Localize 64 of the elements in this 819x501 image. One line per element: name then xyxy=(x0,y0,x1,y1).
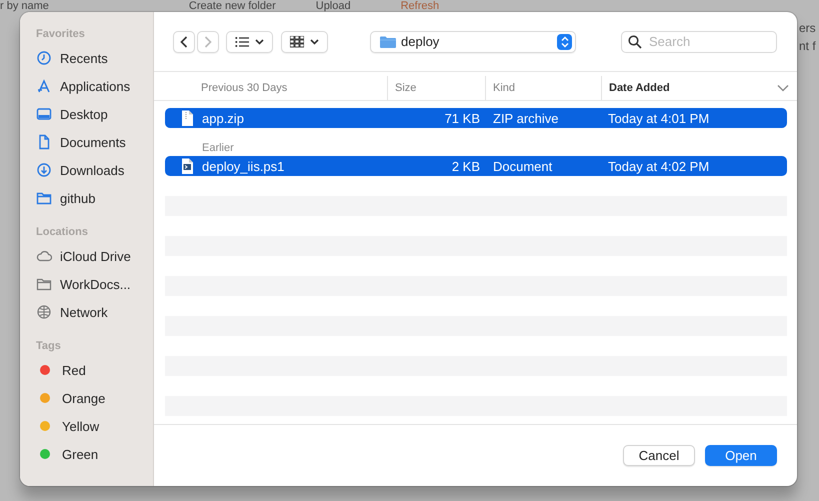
sidebar-item[interactable]: Red xyxy=(62,362,86,378)
download-icon xyxy=(36,162,52,178)
sidebar-item[interactable]: Green xyxy=(62,446,98,462)
file-row[interactable]: app.zip 71 KB ZIP archive Today at 4:01 PM xyxy=(165,108,787,128)
file-icon xyxy=(181,110,194,126)
cloud-icon xyxy=(36,248,52,264)
list-view-button[interactable] xyxy=(226,30,273,52)
chevron-left-icon xyxy=(180,36,188,48)
dialog-button[interactable]: Cancel xyxy=(623,445,695,466)
location-popup[interactable]: deploy xyxy=(370,30,576,52)
column-header[interactable]: Size xyxy=(387,76,485,100)
file-date: Today at 4:01 PM xyxy=(607,110,710,126)
sidebar-item[interactable]: iCloud Drive xyxy=(60,248,131,264)
file-size: 2 KB xyxy=(450,158,480,174)
background-text: Create new folder xyxy=(188,0,276,12)
app-store-icon xyxy=(36,78,52,94)
group-label: Earlier xyxy=(201,141,234,156)
grid-icon xyxy=(290,36,304,48)
section-heading: Locations xyxy=(36,226,89,240)
folder-icon xyxy=(36,276,52,292)
stepper-icon xyxy=(557,34,572,50)
file-name: deploy_iis.ps1 xyxy=(202,158,284,174)
caret-icon xyxy=(255,38,264,44)
sort-chevron-icon xyxy=(777,84,789,92)
sidebar-item[interactable]: Documents xyxy=(60,134,126,150)
sidebar-item[interactable]: Downloads xyxy=(60,162,124,178)
background-text: Upload xyxy=(316,0,351,12)
file-date: Today at 4:02 PM xyxy=(607,158,710,174)
section-heading: Tags xyxy=(36,340,62,354)
sidebar-item[interactable]: WorkDocs... xyxy=(60,276,131,292)
file-name: app.zip xyxy=(202,110,244,126)
section-heading: Favorites xyxy=(36,28,86,42)
sidebar-item[interactable]: Network xyxy=(60,304,108,320)
list-icon xyxy=(235,36,249,46)
grid-view-button[interactable] xyxy=(281,30,328,52)
search-field[interactable]: Search xyxy=(621,30,777,52)
background-text: r by name xyxy=(0,0,49,12)
script-file-icon xyxy=(181,158,194,174)
dialog-button[interactable]: Open xyxy=(705,445,777,466)
background-text: ers xyxy=(799,22,816,34)
column-header[interactable]: Previous 30 Days xyxy=(154,76,387,100)
search-icon xyxy=(628,34,642,48)
chevron-right-icon xyxy=(204,36,212,48)
file-size: 71 KB xyxy=(444,110,480,126)
file-kind: ZIP archive xyxy=(492,110,560,126)
file-row[interactable]: deploy_iis.ps1 2 KB Document Today at 4:02 PM xyxy=(165,156,787,176)
sidebar-item[interactable]: github xyxy=(60,190,96,206)
sidebar-item[interactable]: Yellow xyxy=(62,418,100,434)
sidebar-item[interactable]: Applications xyxy=(60,78,130,94)
desktop-icon xyxy=(36,106,52,122)
sidebar-item[interactable]: Desktop xyxy=(60,106,108,122)
folder-icon xyxy=(379,34,397,48)
sidebar-item[interactable]: Recents xyxy=(60,50,108,66)
background-text: nt f xyxy=(799,40,816,52)
file-kind: Document xyxy=(492,158,554,174)
caret-icon xyxy=(310,38,319,44)
clock-icon xyxy=(36,50,52,66)
column-header[interactable]: Date Added xyxy=(601,76,751,100)
globe-icon xyxy=(36,304,52,320)
folder-icon xyxy=(36,190,52,206)
back-button[interactable] xyxy=(173,30,195,52)
background-text: Refresh xyxy=(400,0,440,12)
column-header[interactable]: Kind xyxy=(485,76,601,100)
sidebar-item[interactable]: Orange xyxy=(62,390,106,406)
